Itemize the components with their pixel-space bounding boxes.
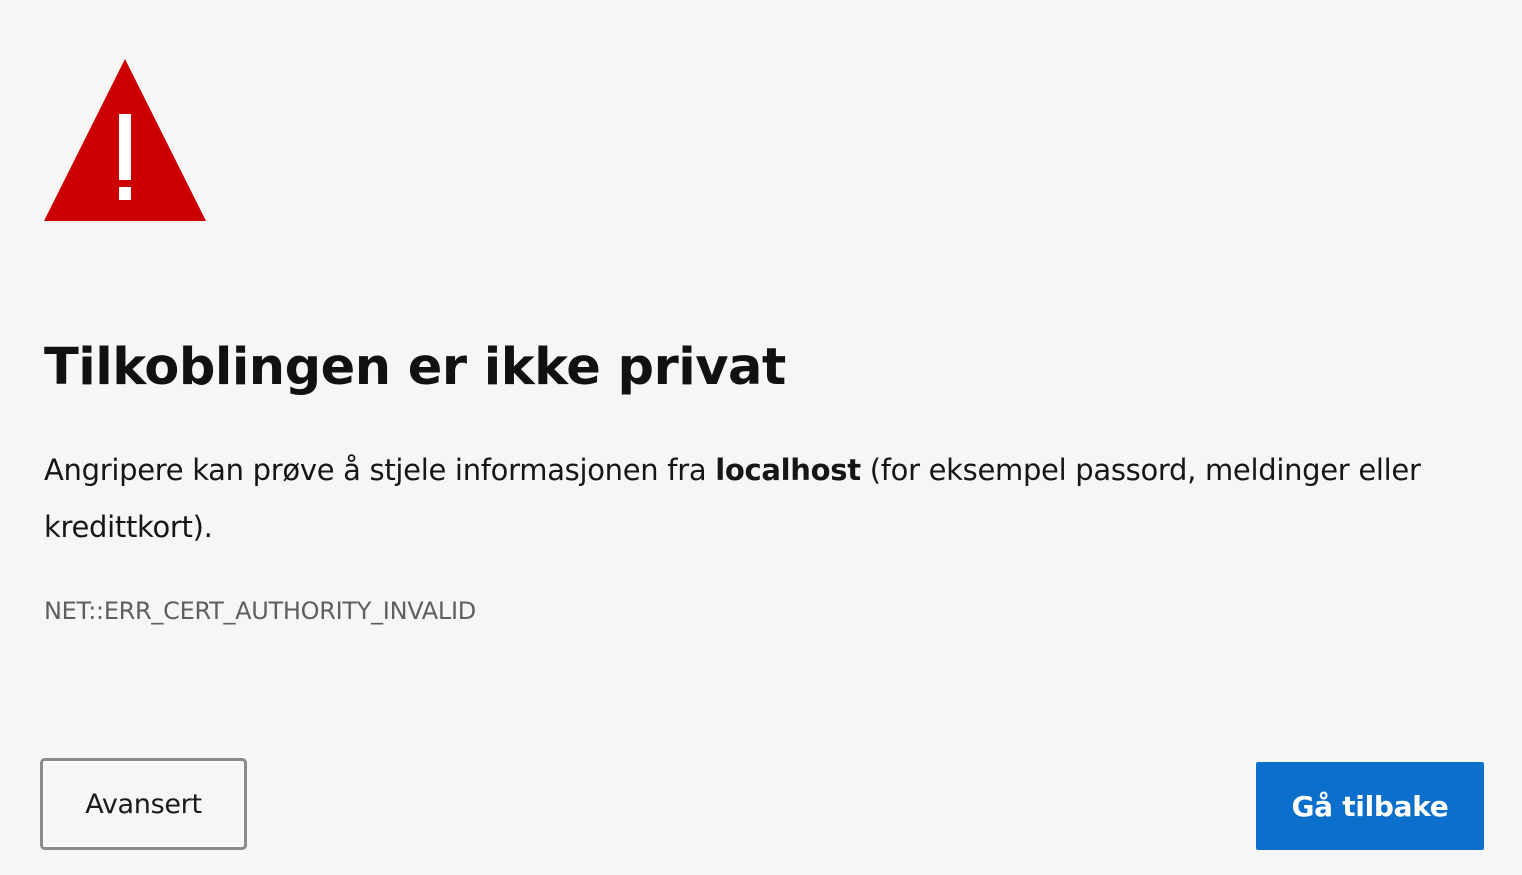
go-back-button[interactable]: Gå tilbake <box>1256 762 1484 850</box>
error-message-host: localhost <box>715 453 861 487</box>
error-code[interactable]: NET::ERR_CERT_AUTHORITY_INVALID <box>44 593 476 629</box>
page-title: Tilkoblingen er ikke privat <box>44 338 786 397</box>
advanced-button[interactable]: Avansert <box>40 758 247 850</box>
error-message-prefix: Angripere kan prøve å stjele informasjon… <box>44 453 716 487</box>
error-message: Angripere kan prøve å stjele informasjon… <box>44 442 1484 556</box>
warning-triangle-icon <box>44 59 206 221</box>
